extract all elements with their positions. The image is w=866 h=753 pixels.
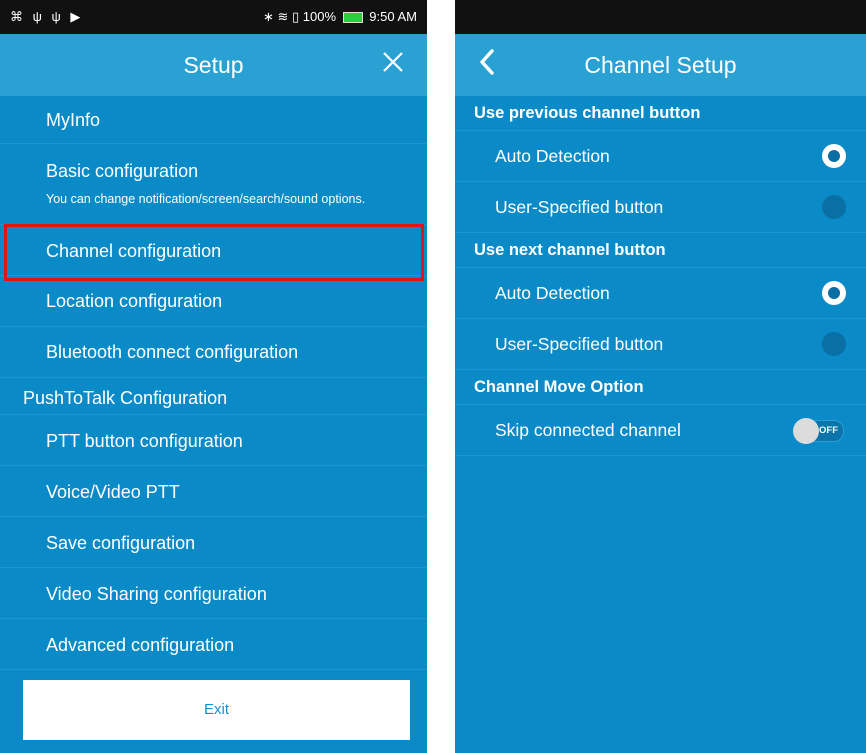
option-next-user-specified[interactable]: User-Specified button [455, 319, 866, 370]
menu-item-save-configuration[interactable]: Save configuration [0, 517, 427, 568]
menu-item-advanced-configuration[interactable]: Advanced configuration [0, 619, 427, 670]
menu-item-myinfo[interactable]: MyInfo [0, 96, 427, 144]
option-label: Auto Detection [495, 146, 610, 166]
menu-item-label: Video Sharing configuration [46, 584, 267, 604]
menu-item-video-sharing-configuration[interactable]: Video Sharing configuration [0, 568, 427, 619]
menu-item-label: Channel configuration [46, 241, 222, 261]
menu-item-ptt-button-configuration[interactable]: PTT button configuration [0, 415, 427, 466]
setup-menu: MyInfo Basic configuration You can chang… [0, 96, 427, 670]
section-header-label: Channel Move Option [474, 378, 644, 396]
menu-item-label: Voice/Video PTT [46, 482, 180, 502]
menu-item-voice-video-ptt[interactable]: Voice/Video PTT [0, 466, 427, 517]
battery-icon [342, 12, 363, 24]
skip-channel-toggle[interactable]: OFF [793, 418, 844, 444]
section-header-label: Use previous channel button [474, 104, 701, 122]
toggle-knob [793, 418, 819, 444]
option-prev-auto-detection[interactable]: Auto Detection [455, 131, 866, 182]
channel-setup-screen: Channel Setup Use previous channel butto… [455, 0, 866, 753]
menu-item-label: MyInfo [46, 110, 101, 130]
radio-unselected[interactable] [822, 332, 846, 356]
status-bar: ⌘ ψ ψ ▶ ∗ ≋ ▯ 100% 9:50 AM [0, 0, 427, 34]
radio-selected[interactable] [822, 281, 846, 305]
channel-setup-header: Channel Setup [455, 34, 866, 96]
option-label: Auto Detection [495, 283, 610, 303]
option-label: Skip connected channel [495, 420, 681, 440]
close-icon[interactable] [381, 50, 405, 74]
radio-unselected[interactable] [822, 195, 846, 219]
exit-button[interactable]: Exit [23, 680, 410, 740]
option-label: User-Specified button [495, 197, 664, 217]
menu-item-description: You can change notification/screen/searc… [46, 192, 366, 206]
bluetooth-wifi-icons: ∗ ≋ ▯ [263, 9, 300, 24]
section-header-label: Use next channel button [474, 241, 666, 259]
notification-icons: ⌘ ψ ψ ▶ [10, 9, 84, 24]
section-header-channel-move: Channel Move Option [455, 370, 866, 405]
battery-percent: 100% [302, 9, 337, 24]
section-header-next-channel: Use next channel button [455, 233, 866, 268]
setup-screen: ⌘ ψ ψ ▶ ∗ ≋ ▯ 100% 9:50 AM Setup MyInfo … [0, 0, 427, 753]
section-header-label: PushToTalk Configuration [23, 388, 228, 408]
radio-selected[interactable] [822, 144, 846, 168]
status-bar [455, 0, 866, 34]
toggle-state-label: OFF [819, 425, 838, 436]
section-header-previous-channel: Use previous channel button [455, 96, 866, 131]
menu-item-location-configuration[interactable]: Location configuration [0, 276, 427, 327]
option-prev-user-specified[interactable]: User-Specified button [455, 182, 866, 233]
menu-item-label: Basic configuration [46, 161, 199, 181]
section-header-pushtotalk: PushToTalk Configuration [0, 378, 427, 415]
menu-item-label: Bluetooth connect configuration [46, 342, 299, 362]
menu-item-basic-configuration[interactable]: Basic configuration You can change notif… [0, 144, 427, 225]
menu-item-label: Advanced configuration [46, 635, 235, 655]
option-label: User-Specified button [495, 334, 664, 354]
page-title: Setup [183, 52, 244, 78]
menu-item-label: PTT button configuration [46, 431, 243, 451]
channel-setup-list: Use previous channel button Auto Detecti… [455, 96, 866, 456]
option-next-auto-detection[interactable]: Auto Detection [455, 268, 866, 319]
menu-item-bluetooth-configuration[interactable]: Bluetooth connect configuration [0, 327, 427, 378]
clock: 9:50 AM [369, 9, 417, 24]
menu-item-label: Location configuration [46, 291, 223, 311]
system-status: ∗ ≋ ▯ 100% 9:50 AM [263, 9, 417, 25]
page-title: Channel Setup [584, 52, 737, 78]
menu-item-channel-configuration[interactable]: Channel configuration [0, 225, 427, 276]
menu-item-label: Save configuration [46, 533, 196, 553]
option-skip-connected-channel[interactable]: Skip connected channel OFF [455, 405, 866, 456]
setup-header: Setup [0, 34, 427, 96]
